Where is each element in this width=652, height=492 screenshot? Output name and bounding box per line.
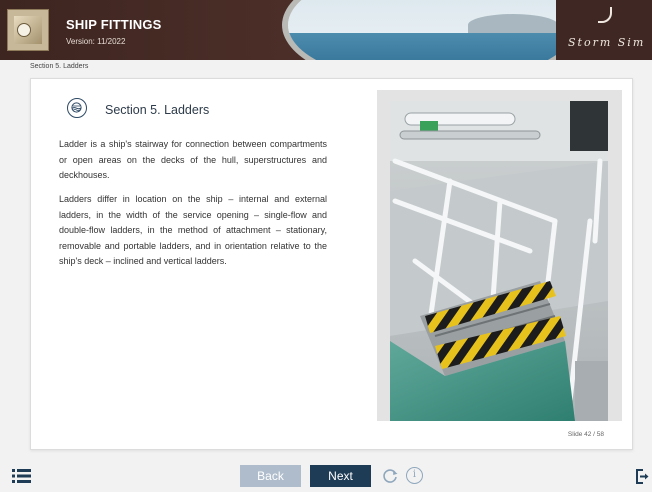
paragraph-definition: Ladder is a ship's stairway for connecti… bbox=[59, 139, 327, 180]
slide-card: Section 5. Ladders Ladder is a ship's st… bbox=[30, 78, 633, 450]
course-title: SHIP FITTINGS bbox=[66, 17, 162, 32]
next-button[interactable]: Next bbox=[310, 465, 371, 487]
section-title: Section 5. Ladders bbox=[105, 103, 210, 117]
brand-logo: Storm Sim bbox=[556, 0, 652, 60]
ship-porthole-icon bbox=[67, 98, 87, 118]
brand-name: Storm Sim bbox=[568, 36, 646, 49]
header-bar: SHIP FITTINGS Version: 11/2022 Storm Sim bbox=[0, 0, 652, 60]
ladder-photo bbox=[390, 101, 608, 421]
header-sea-image bbox=[282, 0, 582, 60]
version-label: Version: 11/2022 bbox=[66, 37, 126, 46]
slide-counter: Slide 42 / 58 bbox=[567, 431, 604, 438]
breadcrumb: Section 5. Ladders bbox=[30, 63, 89, 70]
exit-icon[interactable] bbox=[635, 469, 649, 484]
reload-icon[interactable] bbox=[381, 467, 399, 485]
ship-emblem-icon bbox=[7, 9, 49, 51]
paragraph-classification: Ladders differ in location on the ship –… bbox=[59, 194, 327, 266]
photo-frame bbox=[377, 90, 622, 421]
list-menu-icon[interactable] bbox=[12, 469, 31, 483]
back-button[interactable]: Back bbox=[240, 465, 301, 487]
info-icon[interactable]: i bbox=[406, 467, 423, 484]
